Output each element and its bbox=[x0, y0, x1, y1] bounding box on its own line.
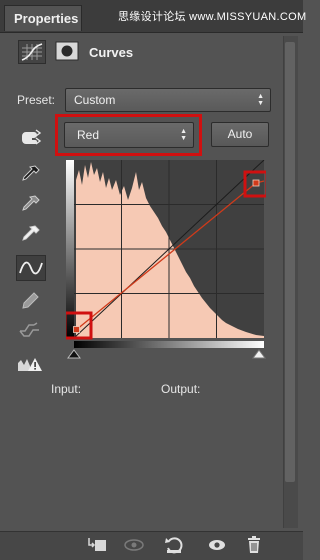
watermark-text: 思缘设计论坛 www.MISSYUAN.COM bbox=[118, 11, 307, 23]
auto-button[interactable]: Auto bbox=[211, 122, 269, 147]
toggle-visibility-icon[interactable] bbox=[206, 535, 228, 555]
edit-points-curve-icon[interactable] bbox=[16, 255, 46, 281]
updown-arrows-icon: ▲ ▼ bbox=[257, 93, 264, 107]
scrollbar-thumb[interactable] bbox=[285, 42, 295, 482]
output-gradient-bar bbox=[66, 160, 74, 338]
reset-adjustment-icon[interactable] bbox=[163, 535, 185, 555]
white-point-slider[interactable] bbox=[252, 349, 266, 359]
tab-properties[interactable]: Properties bbox=[4, 5, 82, 31]
tab-properties-label: Properties bbox=[14, 11, 79, 26]
updown-arrows-icon: ▲ ▼ bbox=[180, 128, 187, 142]
channel-value: Red bbox=[77, 128, 100, 142]
draw-pencil-icon[interactable] bbox=[16, 288, 46, 314]
smooth-curve-icon[interactable] bbox=[16, 318, 46, 344]
preset-dropdown[interactable]: Custom ▲ ▼ bbox=[65, 88, 271, 112]
input-gradient-bar bbox=[74, 341, 264, 348]
channel-dropdown[interactable]: Red ▲ ▼ bbox=[64, 122, 194, 148]
black-point-slider[interactable] bbox=[67, 349, 81, 359]
sample-gray-point-eyedropper-icon[interactable] bbox=[16, 192, 46, 218]
panel-titlebar: Properties 思缘设计论坛 www.MISSYUAN.COM bbox=[0, 0, 307, 33]
input-label: Input: bbox=[51, 382, 82, 396]
input-sliders bbox=[67, 349, 266, 359]
output-label: Output: bbox=[161, 382, 201, 396]
clipping-warning-icon[interactable] bbox=[16, 352, 46, 378]
view-previous-state-icon[interactable] bbox=[122, 535, 144, 555]
curve-point-highlight[interactable] bbox=[252, 179, 260, 187]
sample-white-point-eyedropper-icon[interactable] bbox=[16, 222, 46, 248]
curves-graph[interactable] bbox=[63, 159, 269, 348]
layer-mask-icon[interactable] bbox=[55, 41, 79, 61]
curve-point-shadow[interactable] bbox=[73, 326, 80, 333]
clip-to-layer-icon[interactable] bbox=[86, 535, 108, 555]
curves-adjustment-icon[interactable] bbox=[18, 40, 46, 64]
preset-label: Preset: bbox=[17, 93, 56, 107]
sample-black-point-eyedropper-icon[interactable] bbox=[16, 162, 46, 188]
delete-adjustment-icon[interactable] bbox=[243, 535, 265, 555]
adjustment-title: Curves bbox=[89, 45, 134, 60]
preset-value: Custom bbox=[74, 93, 116, 107]
on-image-adjust-icon[interactable] bbox=[16, 124, 46, 150]
properties-panel: Properties 思缘设计论坛 www.MISSYUAN.COM Curve… bbox=[0, 0, 307, 560]
